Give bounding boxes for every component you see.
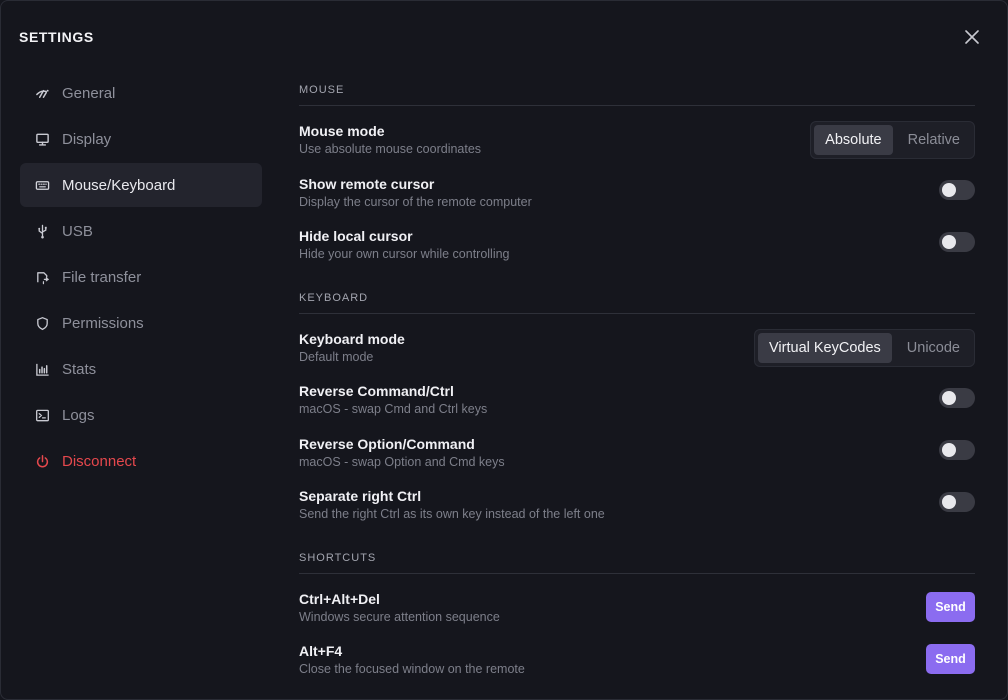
sidebar-item-stats[interactable]: Stats [20, 347, 262, 391]
sidebar-item-permissions[interactable]: Permissions [20, 301, 262, 345]
shortcut-label: Ctrl+Alt+Del [299, 591, 380, 607]
sidebar-item-label: General [62, 84, 116, 102]
setting-description: Display the cursor of the remote compute… [299, 195, 532, 209]
setting-description: Send the right Ctrl as its own key inste… [299, 507, 605, 521]
setting-reverse-command-ctrl: Reverse Command/Ctrl macOS - swap Cmd an… [299, 383, 975, 423]
sidebar-item-label: Stats [62, 360, 97, 378]
show-remote-cursor-toggle[interactable] [939, 180, 975, 200]
mouse-mode-absolute[interactable]: Absolute [814, 125, 893, 155]
sidebar-item-general[interactable]: General [20, 71, 262, 115]
settings-title: SETTINGS [19, 29, 94, 45]
shortcut-ctrl-alt-del: Ctrl+Alt+Del Windows secure attention se… [299, 591, 975, 631]
setting-mouse-mode: Mouse mode Use absolute mouse coordinate… [299, 121, 975, 163]
setting-label: Keyboard mode [299, 331, 405, 347]
keyboard-icon [34, 177, 50, 193]
hide-local-cursor-toggle[interactable] [939, 232, 975, 252]
mouse-mode-relative[interactable]: Relative [897, 125, 971, 155]
keyboard-mode-virtual-keycodes[interactable]: Virtual KeyCodes [758, 333, 892, 363]
sidebar: General Display Mouse/Keyboard USB File … [20, 71, 262, 485]
setting-description: macOS - swap Cmd and Ctrl keys [299, 402, 488, 416]
toggle-knob [942, 391, 956, 405]
keyboard-mode-unicode[interactable]: Unicode [896, 333, 971, 363]
setting-description: macOS - swap Option and Cmd keys [299, 455, 505, 469]
shortcut-description: Windows secure attention sequence [299, 610, 500, 624]
send-alt-f4-button[interactable]: Send [926, 644, 975, 674]
close-button[interactable] [962, 27, 982, 47]
shortcut-label: Alt+F4 [299, 643, 343, 659]
sidebar-item-label: Permissions [62, 314, 144, 332]
settings-window: SETTINGS General Display Mouse/Keyboard [0, 0, 1008, 700]
power-icon [34, 453, 50, 469]
setting-label: Show remote cursor [299, 176, 435, 192]
setting-reverse-option-command: Reverse Option/Command macOS - swap Opti… [299, 436, 975, 476]
setting-keyboard-mode: Keyboard mode Default mode Virtual KeyCo… [299, 329, 975, 371]
toggle-knob [942, 443, 956, 457]
sidebar-item-file-transfer[interactable]: File transfer [20, 255, 262, 299]
sidebar-item-mouse-keyboard[interactable]: Mouse/Keyboard [20, 163, 262, 207]
setting-description: Use absolute mouse coordinates [299, 142, 482, 156]
sidebar-item-label: Logs [62, 406, 95, 424]
mouse-mode-selector: Absolute Relative [810, 121, 975, 159]
usb-icon [34, 223, 50, 239]
section-heading-shortcuts: SHORTCUTS [299, 552, 975, 574]
chart-icon [34, 361, 50, 377]
toggle-knob [942, 495, 956, 509]
send-ctrl-alt-del-button[interactable]: Send [926, 592, 975, 622]
keyboard-mode-selector: Virtual KeyCodes Unicode [754, 329, 975, 367]
setting-label: Mouse mode [299, 123, 385, 139]
shortcut-description: Close the focused window on the remote [299, 662, 525, 676]
section-heading-mouse: MOUSE [299, 84, 975, 106]
setting-show-remote-cursor: Show remote cursor Display the cursor of… [299, 176, 975, 216]
toggle-knob [942, 183, 956, 197]
sidebar-item-label: Display [62, 130, 112, 148]
sidebar-item-label: Disconnect [62, 452, 137, 470]
sidebar-item-logs[interactable]: Logs [20, 393, 262, 437]
reverse-option-command-toggle[interactable] [939, 440, 975, 460]
file-transfer-icon [34, 269, 50, 285]
sidebar-item-disconnect[interactable]: Disconnect [20, 439, 262, 483]
sidebar-item-usb[interactable]: USB [20, 209, 262, 253]
monitor-icon [34, 131, 50, 147]
reverse-command-ctrl-toggle[interactable] [939, 388, 975, 408]
separate-right-ctrl-toggle[interactable] [939, 492, 975, 512]
sidebar-item-label: File transfer [62, 268, 142, 286]
setting-label: Reverse Option/Command [299, 436, 475, 452]
general-icon [34, 85, 50, 101]
setting-description: Default mode [299, 350, 374, 364]
setting-separate-right-ctrl: Separate right Ctrl Send the right Ctrl … [299, 488, 975, 528]
setting-label: Reverse Command/Ctrl [299, 383, 454, 399]
shortcut-alt-f4: Alt+F4 Close the focused window on the r… [299, 643, 975, 683]
close-icon [965, 30, 979, 44]
setting-label: Hide local cursor [299, 228, 413, 244]
section-heading-keyboard: KEYBOARD [299, 292, 975, 314]
terminal-icon [34, 407, 50, 423]
shield-icon [34, 315, 50, 331]
sidebar-item-label: Mouse/Keyboard [62, 176, 176, 194]
toggle-knob [942, 235, 956, 249]
setting-hide-local-cursor: Hide local cursor Hide your own cursor w… [299, 228, 975, 268]
sidebar-item-label: USB [62, 222, 93, 240]
sidebar-item-display[interactable]: Display [20, 117, 262, 161]
setting-label: Separate right Ctrl [299, 488, 422, 504]
setting-description: Hide your own cursor while controlling [299, 247, 510, 261]
